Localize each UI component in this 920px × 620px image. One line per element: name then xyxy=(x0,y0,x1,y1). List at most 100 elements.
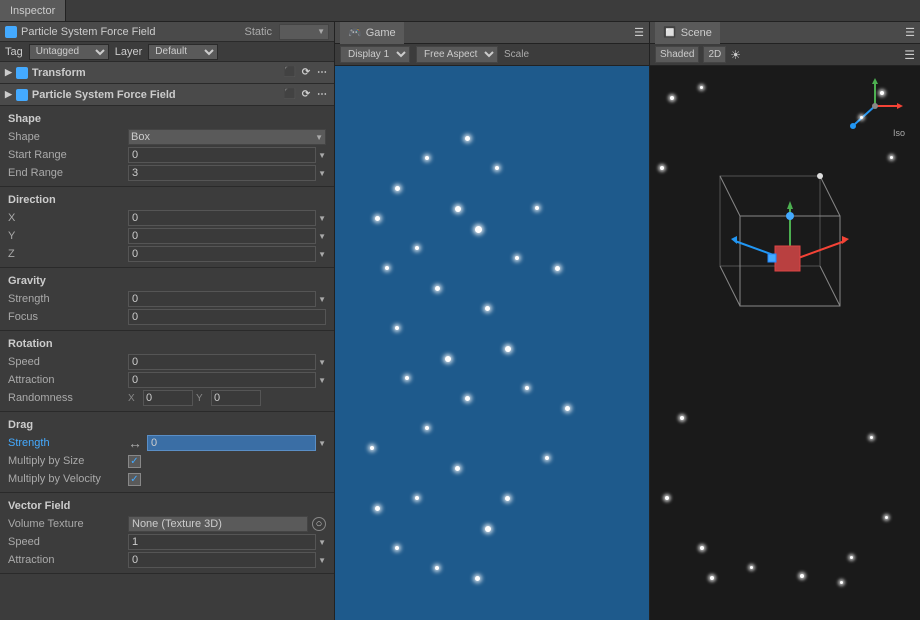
rot-randomness-value: X Y xyxy=(128,390,326,406)
shape-title: Shape xyxy=(0,110,334,128)
direction-title: Direction xyxy=(0,191,334,209)
rot-attraction-input[interactable] xyxy=(128,372,316,388)
end-range-input[interactable] xyxy=(128,165,316,181)
shape-value: Box ▼ xyxy=(128,129,326,145)
transform-icons: ⬛ ⟳ ⋯ xyxy=(283,66,329,80)
transform-header-left: ▶ Transform xyxy=(5,67,86,79)
game-toolbar: Display 1 Free Aspect Scale xyxy=(335,44,649,66)
scene-particle xyxy=(800,574,804,578)
game-maximize-icon[interactable]: ☰ xyxy=(634,26,644,39)
psff-icon-2[interactable]: ⟳ xyxy=(299,88,313,102)
layer-label: Layer xyxy=(115,46,143,58)
static-label: Static xyxy=(244,26,272,38)
end-range-label: End Range xyxy=(8,167,128,179)
drag-strength-input[interactable] xyxy=(147,435,316,451)
dir-y-value: ▼ xyxy=(128,228,326,244)
grav-focus-input[interactable] xyxy=(128,309,326,325)
particle xyxy=(475,226,482,233)
particle xyxy=(375,506,380,511)
scene-particle xyxy=(880,91,884,95)
static-select[interactable]: ▼ xyxy=(279,24,329,40)
particle xyxy=(465,136,470,141)
shape-section: Shape Shape Box ▼ Start Range ▼ End Ra xyxy=(0,106,334,187)
end-range-arrow: ▼ xyxy=(318,169,326,178)
dir-z-value: ▼ xyxy=(128,246,326,262)
particle xyxy=(505,346,511,352)
game-tab[interactable]: 🎮 Game xyxy=(340,22,404,44)
particle xyxy=(370,446,374,450)
particle xyxy=(425,426,429,430)
vf-speed-row: Speed ▼ xyxy=(0,533,334,551)
start-range-row: Start Range ▼ xyxy=(0,146,334,164)
particle xyxy=(395,546,399,550)
cursor-icon: ↔ xyxy=(128,435,142,451)
psff-icon-3[interactable]: ⋯ xyxy=(315,88,329,102)
scene-particle xyxy=(660,166,664,170)
psff-arrow[interactable]: ▶ xyxy=(5,89,12,100)
dir-x-input[interactable] xyxy=(128,210,316,226)
aspect-select[interactable]: Free Aspect xyxy=(416,46,498,63)
dir-z-input[interactable] xyxy=(128,246,316,262)
drag-velocity-value xyxy=(128,473,326,486)
particle xyxy=(485,306,490,311)
psff-header-left: ▶ Particle System Force Field xyxy=(5,89,176,101)
transform-icon-2[interactable]: ⟳ xyxy=(299,66,313,80)
rot-speed-input[interactable] xyxy=(128,354,316,370)
vf-attraction-label: Attraction xyxy=(8,554,128,566)
transform-arrow[interactable]: ▶ xyxy=(5,67,12,78)
grav-strength-input[interactable] xyxy=(128,291,316,307)
rotation-section: Rotation Speed ▼ Attraction ▼ Randomness xyxy=(0,331,334,412)
inspector-tab-label: Inspector xyxy=(10,5,55,17)
scene-particle xyxy=(700,86,703,89)
vf-attraction-row: Attraction ▼ xyxy=(0,551,334,569)
psff-header: ▶ Particle System Force Field ⬛ ⟳ ⋯ xyxy=(0,84,334,106)
transform-icon-1[interactable]: ⬛ xyxy=(283,66,297,80)
vector-field-section: Vector Field Volume Texture None (Textur… xyxy=(0,493,334,574)
top-bar: Inspector xyxy=(0,0,920,22)
shape-select[interactable]: Box ▼ xyxy=(128,129,326,145)
shaded-label: Shaded xyxy=(660,49,694,60)
game-icon: 🎮 xyxy=(348,26,362,39)
rand-y-input[interactable] xyxy=(211,390,261,406)
rand-x-input[interactable] xyxy=(143,390,193,406)
gizmos-icon[interactable]: ☰ xyxy=(904,48,915,62)
2d-button[interactable]: 2D xyxy=(703,46,726,63)
dir-y-input[interactable] xyxy=(128,228,316,244)
shaded-button[interactable]: Shaded xyxy=(655,46,699,63)
scene-particle xyxy=(860,116,863,119)
layer-select[interactable]: Default xyxy=(148,44,218,60)
game-header: 🎮 Game ☰ xyxy=(335,22,649,44)
transform-label: Transform xyxy=(32,67,86,79)
grav-focus-value xyxy=(128,309,326,325)
drag-size-checkbox[interactable] xyxy=(128,455,141,468)
drag-strength-row: Strength ↔ ▼ xyxy=(0,434,334,452)
particle xyxy=(445,356,451,362)
particle xyxy=(415,246,419,250)
sun-icon[interactable]: ☀ xyxy=(730,48,741,62)
vf-texture-circle[interactable]: ○ xyxy=(312,517,326,531)
static-select-arrow: ▼ xyxy=(317,27,325,36)
start-range-input[interactable] xyxy=(128,147,316,163)
psff-checkbox[interactable] xyxy=(16,89,28,101)
particle xyxy=(545,456,549,460)
shape-select-arrow: ▼ xyxy=(315,133,323,142)
vf-attraction-input[interactable] xyxy=(128,552,316,568)
transform-icon-3[interactable]: ⋯ xyxy=(315,66,329,80)
shape-select-value: Box xyxy=(131,131,150,143)
dir-y-arrow: ▼ xyxy=(318,232,326,241)
checkbox-icon[interactable] xyxy=(5,26,17,38)
inspector-tab[interactable]: Inspector xyxy=(0,0,66,21)
rotation-title: Rotation xyxy=(0,335,334,353)
display-select[interactable]: Display 1 xyxy=(340,46,410,63)
vf-attraction-arrow: ▼ xyxy=(318,556,326,565)
tag-select[interactable]: Untagged xyxy=(29,44,109,60)
vf-speed-input[interactable] xyxy=(128,534,316,550)
psff-icon-1[interactable]: ⬛ xyxy=(283,88,297,102)
particle xyxy=(465,396,470,401)
drag-velocity-checkbox[interactable] xyxy=(128,473,141,486)
rot-attraction-label: Attraction xyxy=(8,374,128,386)
transform-checkbox[interactable] xyxy=(16,67,28,79)
scene-tab[interactable]: 🔲 Scene xyxy=(655,22,720,44)
scene-maximize-icon[interactable]: ☰ xyxy=(905,26,915,39)
start-range-label: Start Range xyxy=(8,149,128,161)
